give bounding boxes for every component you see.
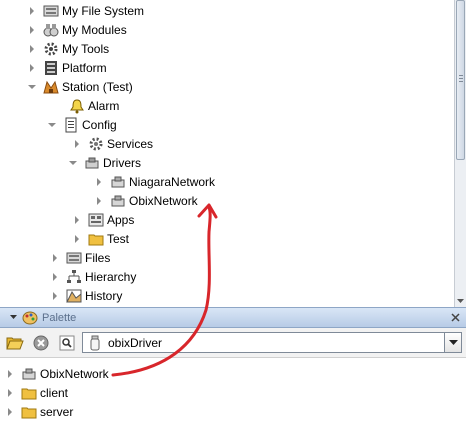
tree-item-test[interactable]: Test	[72, 229, 129, 248]
files-icon	[66, 250, 82, 266]
find-button[interactable]	[58, 334, 76, 352]
expand-arrow-icon[interactable]	[50, 252, 60, 264]
palette-header: Palette	[0, 307, 466, 328]
tree-item-label: Station (Test)	[62, 79, 133, 94]
tree-item-drivers[interactable]: Drivers	[68, 153, 141, 172]
history-icon	[66, 288, 82, 304]
search-icon	[59, 335, 75, 351]
tree-item-alarm[interactable]: Alarm	[53, 96, 119, 115]
expand-arrow-icon[interactable]	[94, 176, 104, 188]
expand-arrow-icon[interactable]	[27, 43, 37, 55]
tools-icon	[43, 41, 59, 57]
collapse-arrow-icon[interactable]	[68, 157, 78, 169]
tree-item-niagara-network[interactable]: NiagaraNetwork	[94, 172, 215, 191]
tree-item-label: Apps	[107, 212, 135, 227]
palette-toolbar: obixDriver	[0, 328, 466, 358]
palette-item-client[interactable]: client	[5, 383, 68, 402]
scrollbar-thumb[interactable]	[456, 0, 465, 160]
expand-arrow-icon[interactable]	[94, 195, 104, 207]
tree-item-apps[interactable]: Apps	[72, 210, 134, 229]
tree-item-my-file-system[interactable]: My File System	[27, 1, 144, 20]
hierarchy-icon	[66, 269, 82, 285]
module-selector-value: obixDriver	[108, 335, 163, 350]
tree-item-label: Platform	[62, 60, 107, 75]
tree-item-obix-network[interactable]: ObixNetwork	[94, 191, 198, 210]
folder-icon	[21, 385, 37, 401]
palette-icon	[22, 310, 38, 326]
chevron-down-icon	[448, 339, 458, 345]
tree-item-label: Drivers	[103, 155, 141, 170]
expand-arrow-icon[interactable]	[72, 214, 82, 226]
scroll-down-arrow-icon[interactable]	[456, 296, 465, 306]
tree-item-label: Test	[107, 231, 130, 246]
station-icon	[43, 79, 59, 95]
expand-arrow-icon[interactable]	[72, 138, 82, 150]
palette-item-label: client	[40, 385, 69, 400]
tree-item-history[interactable]: History	[50, 286, 122, 305]
palette-item-obix-network[interactable]: ObixNetwork	[5, 364, 109, 383]
network-icon	[21, 366, 37, 382]
services-gear-icon	[88, 136, 104, 152]
network-icon	[110, 193, 126, 209]
tree-item-label: Alarm	[88, 98, 120, 113]
tree-item-station[interactable]: Station (Test)	[27, 77, 133, 96]
tree-item-label: Files	[85, 250, 111, 265]
nav-tree: My File System My Modules My Tools Platf…	[0, 0, 454, 307]
tree-item-label: My Modules	[62, 22, 127, 37]
expand-arrow-icon[interactable]	[27, 5, 37, 17]
folder-icon	[21, 404, 37, 420]
expand-arrow-icon[interactable]	[5, 368, 15, 380]
expand-arrow-icon[interactable]	[27, 62, 37, 74]
palette-item-label: ObixNetwork	[40, 366, 109, 381]
combobox-dropdown-button[interactable]	[444, 333, 461, 352]
folder-icon	[88, 231, 104, 247]
alarm-bell-icon	[69, 98, 85, 114]
expand-arrow-icon[interactable]	[27, 24, 37, 36]
palette-item-label: server	[40, 404, 74, 419]
module-jar-icon	[87, 335, 103, 351]
palette-tree: ObixNetwork client server	[0, 358, 466, 442]
drivers-icon	[84, 155, 100, 171]
tree-item-my-tools[interactable]: My Tools	[27, 39, 109, 58]
file-system-icon	[43, 3, 59, 19]
tree-item-my-modules[interactable]: My Modules	[27, 20, 127, 39]
modules-icon	[43, 22, 59, 38]
config-icon	[63, 117, 79, 133]
collapse-arrow-icon[interactable]	[27, 81, 37, 93]
tree-item-label: My File System	[62, 3, 145, 18]
close-circle-icon	[33, 335, 49, 351]
collapse-arrow-icon[interactable]	[47, 119, 57, 131]
tree-item-label: Hierarchy	[85, 269, 137, 284]
open-palette-button[interactable]	[6, 334, 24, 352]
close-palette-button[interactable]	[32, 334, 50, 352]
tree-item-services[interactable]: Services	[72, 134, 153, 153]
tree-item-hierarchy[interactable]: Hierarchy	[50, 267, 136, 286]
tree-item-config[interactable]: Config	[47, 115, 117, 134]
apps-icon	[88, 212, 104, 228]
platform-icon	[43, 60, 59, 76]
expand-arrow-icon[interactable]	[50, 290, 60, 302]
expand-arrow-icon[interactable]	[5, 387, 15, 399]
expand-arrow-icon[interactable]	[5, 406, 15, 418]
palette-menu-dropdown-icon[interactable]	[6, 308, 20, 327]
close-icon[interactable]	[449, 311, 462, 324]
expand-arrow-icon[interactable]	[50, 271, 60, 283]
workbench-window: My File System My Modules My Tools Platf…	[0, 0, 466, 442]
tree-item-label: NiagaraNetwork	[129, 174, 216, 189]
tree-item-label: Config	[82, 117, 117, 132]
expand-arrow-icon[interactable]	[72, 233, 82, 245]
tree-item-platform[interactable]: Platform	[27, 58, 107, 77]
module-selector-combobox[interactable]: obixDriver	[82, 332, 462, 353]
network-icon	[110, 174, 126, 190]
palette-item-server[interactable]: server	[5, 402, 73, 421]
open-folder-icon	[6, 337, 24, 350]
tree-item-files[interactable]: Files	[50, 248, 110, 267]
tree-item-label: History	[85, 288, 123, 303]
tree-item-label: Services	[107, 136, 154, 151]
tree-item-label: ObixNetwork	[129, 193, 198, 208]
palette-title: Palette	[42, 311, 77, 324]
nav-tree-scrollbar[interactable]	[454, 0, 466, 307]
tree-item-label: My Tools	[62, 41, 110, 56]
